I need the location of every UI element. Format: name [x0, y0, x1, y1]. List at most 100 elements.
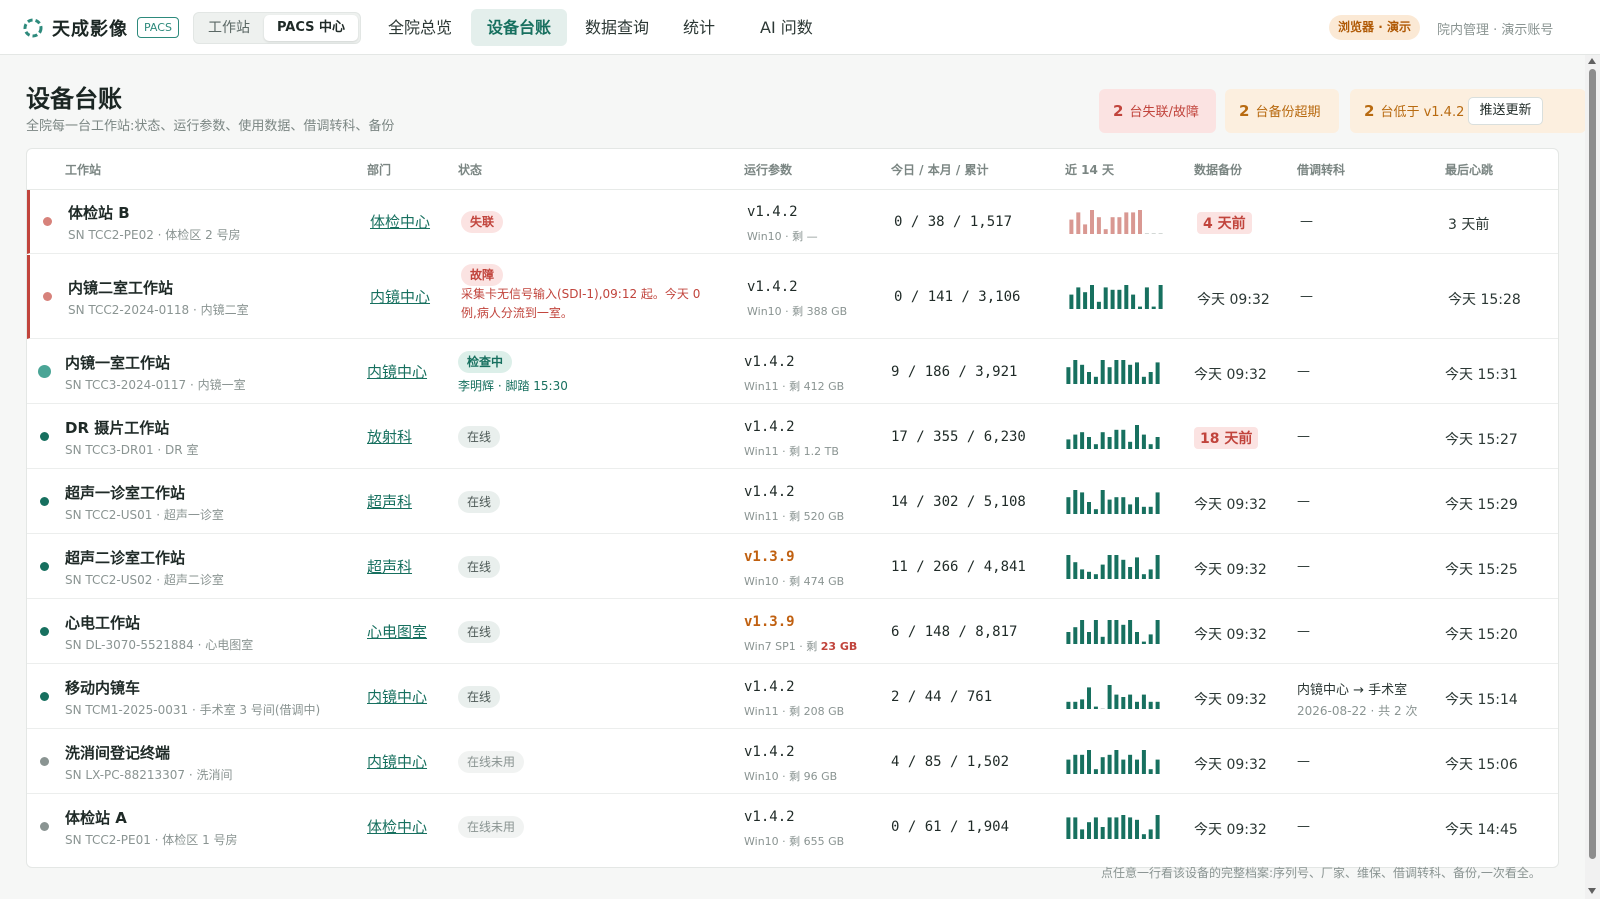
- spark-bar: [1135, 362, 1139, 384]
- table-row[interactable]: 超声二诊室工作站 SN TCC2-US02 · 超声二诊室 超声科 在线 v1.…: [27, 535, 1558, 599]
- demo-badge: 浏览器 · 演示: [1329, 15, 1420, 40]
- trend-sparkline: [1066, 490, 1160, 514]
- department-link[interactable]: 放射科: [367, 426, 412, 447]
- department-link[interactable]: 超声科: [367, 491, 412, 512]
- spark-bar: [1138, 306, 1142, 309]
- backup-status: 今天 09:32: [1197, 292, 1270, 308]
- table-row[interactable]: DR 摄片工作站 SN TCC3-DR01 · DR 室 放射科 在线 v1.4…: [27, 405, 1558, 469]
- department-link[interactable]: 体检中心: [370, 211, 430, 232]
- spark-bar: [1069, 294, 1074, 309]
- last-heartbeat: 今天 15:06: [1445, 757, 1518, 773]
- alert-count: 2: [1364, 102, 1375, 120]
- status-badge: 在线: [458, 621, 501, 643]
- department-link[interactable]: 内镜中心: [367, 686, 427, 707]
- spark-bar: [1155, 555, 1160, 579]
- scroll-thumb[interactable]: [1589, 69, 1596, 859]
- spark-bar: [1144, 233, 1149, 234]
- spark-bar: [1080, 754, 1085, 774]
- alert-backup-overdue[interactable]: 2 台备份超期: [1225, 89, 1339, 133]
- spark-bar: [1080, 569, 1085, 579]
- trend-sparkline: [1066, 620, 1160, 644]
- department-link[interactable]: 心电图室: [367, 621, 427, 642]
- spark-bar: [1066, 817, 1071, 839]
- alert-offline-fault[interactable]: 2 台失联/故障: [1099, 89, 1216, 133]
- transfer-info: —: [1297, 559, 1310, 574]
- spark-bar: [1128, 441, 1133, 449]
- version: v1.4.2: [747, 204, 798, 220]
- serial-number: SN DL-3070-5521884 · 心电图室: [65, 638, 254, 652]
- low-disk-warning: 23 GB: [820, 640, 858, 653]
- spark-bar: [1110, 217, 1115, 234]
- spark-bar: [1076, 287, 1081, 309]
- serial-number: SN LX-PC-88213307 · 洗消间: [65, 768, 233, 782]
- serial-number: SN TCC2-PE01 · 体检区 1 号房: [65, 833, 238, 847]
- scroll-down-arrow-icon[interactable]: [1588, 888, 1596, 894]
- spark-bar: [1148, 829, 1153, 839]
- col-header-status: 状态: [458, 163, 483, 177]
- scroll-up-arrow-icon[interactable]: [1588, 58, 1596, 64]
- spark-bar: [1131, 212, 1136, 234]
- version: v1.4.2: [744, 679, 795, 695]
- spark-bar: [1073, 701, 1078, 709]
- spark-bar: [1155, 620, 1160, 644]
- serial-number: SN TCC3-2024-0117 · 内镜一室: [65, 378, 246, 392]
- nav-data-query[interactable]: 数据查询: [569, 9, 665, 46]
- status-badge: 故障: [461, 264, 504, 286]
- table-row[interactable]: 内镜二室工作站 SN TCC2-2024-0118 · 内镜二室 内镜中心 故障…: [27, 255, 1558, 339]
- nav-device-ledger[interactable]: 设备台账: [471, 9, 568, 46]
- mode-workstation-button[interactable]: 工作站: [196, 15, 262, 41]
- spark-bar: [1151, 233, 1156, 234]
- user-account[interactable]: 院内管理 · 演示账号: [1437, 19, 1553, 38]
- spark-bar: [1121, 815, 1126, 839]
- table-row[interactable]: 内镜一室工作站 SN TCC3-2024-0117 · 内镜一室 内镜中心 检查…: [27, 340, 1558, 404]
- department-link[interactable]: 体检中心: [367, 816, 427, 837]
- table-row[interactable]: 超声一诊室工作站 SN TCC2-US01 · 超声一诊室 超声科 在线 v1.…: [27, 470, 1558, 534]
- os-disk: Win11 · 剩 412 GB: [744, 380, 845, 393]
- col-header-transfer: 借调转科: [1297, 163, 1346, 177]
- version: v1.4.2: [747, 279, 798, 295]
- spark-bar: [1100, 757, 1105, 774]
- page-scrollbar[interactable]: [1585, 55, 1600, 899]
- last-heartbeat: 今天 15:20: [1445, 627, 1518, 643]
- spark-bar: [1155, 701, 1160, 709]
- mode-pacs-center-button[interactable]: PACS 中心: [264, 15, 358, 41]
- nav-overview[interactable]: 全院总览: [372, 9, 468, 46]
- table-row[interactable]: 洗消间登记终端 SN LX-PC-88213307 · 洗消间 内镜中心 在线未…: [27, 730, 1558, 794]
- spark-bar: [1121, 559, 1126, 579]
- department-link[interactable]: 内镜中心: [367, 361, 427, 382]
- os-disk: Win7 SP1 · 剩 23 GB: [744, 638, 857, 654]
- spark-bar: [1080, 364, 1085, 384]
- backup-status: 今天 09:32: [1194, 692, 1267, 708]
- trend-sparkline: [1069, 210, 1163, 234]
- push-update-button[interactable]: 推送更新: [1468, 97, 1543, 125]
- nav-ai-query[interactable]: AI 问数: [744, 9, 829, 46]
- nav-statistics[interactable]: 统计: [667, 9, 731, 46]
- table-row[interactable]: 体检站 A SN TCC2-PE01 · 体检区 1 号房 体检中心 在线未用 …: [27, 795, 1558, 859]
- spark-bar: [1121, 429, 1126, 449]
- spark-bar: [1093, 574, 1098, 579]
- spark-bar: [1135, 497, 1139, 514]
- os-disk: Win10 · 剩 474 GB: [744, 575, 845, 588]
- spark-bar: [1141, 641, 1146, 644]
- spark-bar: [1148, 372, 1153, 384]
- spark-bar: [1103, 287, 1108, 309]
- trend-sparkline: [1066, 360, 1160, 384]
- department-link[interactable]: 内镜中心: [370, 286, 430, 307]
- serial-number: SN TCC2-PE02 · 体检区 2 号房: [68, 228, 241, 242]
- spark-bar: [1141, 376, 1146, 384]
- spark-bar: [1124, 285, 1129, 309]
- last-heartbeat: 今天 15:31: [1445, 367, 1518, 383]
- spark-bar: [1117, 289, 1122, 309]
- table-row[interactable]: 心电工作站 SN DL-3070-5521884 · 心电图室 心电图室 在线 …: [27, 600, 1558, 664]
- transfer-info: —: [1300, 289, 1313, 304]
- status-badge: 在线未用: [458, 816, 525, 838]
- version: v1.4.2: [744, 419, 795, 435]
- department-link[interactable]: 内镜中心: [367, 751, 427, 772]
- status-dot: [40, 562, 49, 571]
- spark-bar: [1073, 627, 1078, 644]
- table-row[interactable]: 体检站 B SN TCC2-PE02 · 体检区 2 号房 体检中心 失联 v1…: [27, 190, 1558, 254]
- table-row[interactable]: 移动内镜车 SN TCM1-2025-0031 · 手术室 3 号间(借调中) …: [27, 665, 1558, 729]
- alert-count: 2: [1239, 102, 1250, 120]
- department-link[interactable]: 超声科: [367, 556, 412, 577]
- status-dot: [40, 627, 49, 636]
